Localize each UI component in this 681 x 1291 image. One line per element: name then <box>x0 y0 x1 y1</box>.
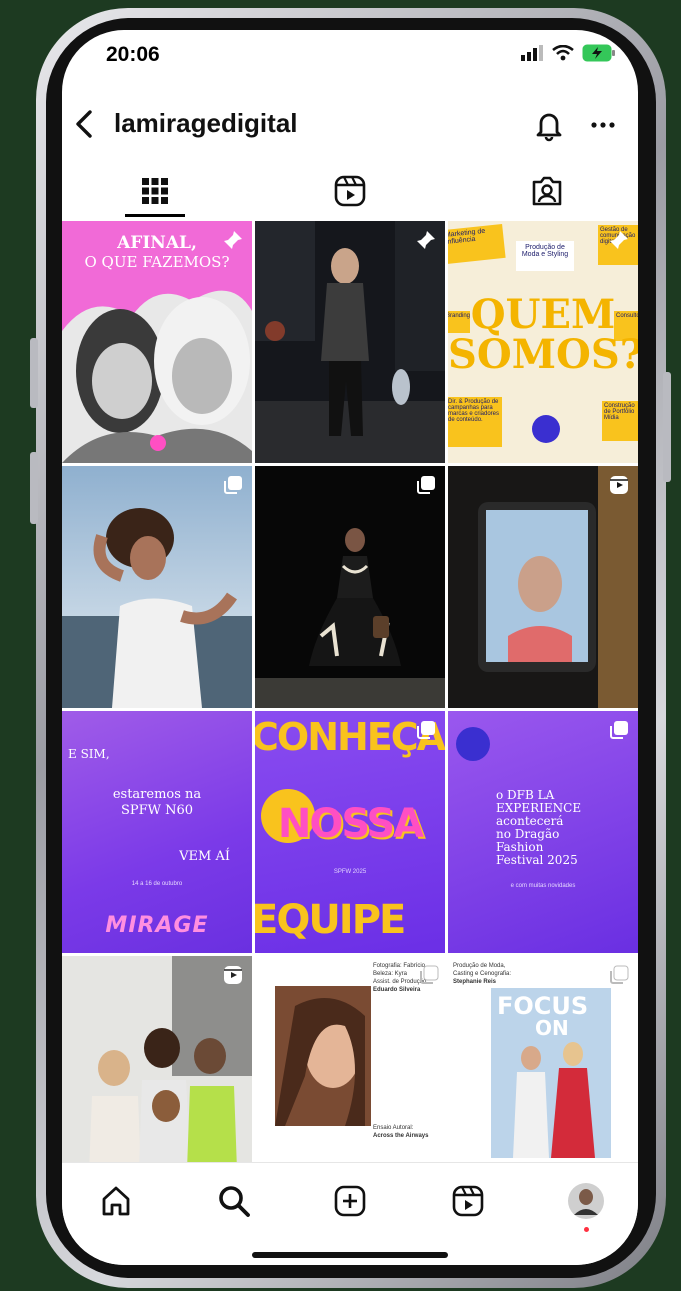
post-small-text: 14 a 16 de outubro <box>131 881 183 887</box>
profile-tabs <box>62 163 638 219</box>
nav-home[interactable] <box>96 1181 136 1221</box>
volume-down-button <box>30 452 38 524</box>
profile-username: lamiragedigital <box>114 108 298 138</box>
back-icon[interactable] <box>70 106 100 142</box>
pin-icon <box>610 231 628 249</box>
reel-icon <box>610 476 628 494</box>
post-tile[interactable]: CONHEÇA NOSSA SPFW 2025 EQUIPE <box>255 711 445 953</box>
post-text: SPFW N60 <box>120 803 194 818</box>
pin-icon <box>417 231 435 249</box>
home-indicator <box>252 1252 448 1258</box>
credit-line: Eduardo Silveira <box>373 987 421 993</box>
nav-reels[interactable] <box>448 1181 488 1221</box>
more-options-icon[interactable] <box>586 108 620 142</box>
tab-reels[interactable] <box>290 163 410 219</box>
pin-icon <box>224 231 242 249</box>
app-screen: 20:06 lamiragedigital AFINAL, O QUE FAZE… <box>62 30 638 1265</box>
search-icon <box>219 1186 250 1217</box>
post-photo <box>275 986 371 1126</box>
cover-image <box>513 1042 595 1158</box>
post-image <box>62 466 252 708</box>
tab-tagged[interactable] <box>487 163 607 219</box>
brand-logo: MIRAGE <box>105 913 209 938</box>
tab-grid[interactable] <box>95 163 215 219</box>
sticky-note: Marketing de Influência <box>448 223 506 265</box>
post-text: estaremos na <box>112 787 202 802</box>
nav-profile[interactable] <box>566 1181 606 1232</box>
carousel-icon <box>420 965 439 984</box>
post-tile[interactable] <box>255 466 445 708</box>
status-bar: 20:06 <box>62 30 638 90</box>
photo-caption: Ensaio Autoral: Across the Airways <box>373 1124 428 1140</box>
power-button <box>663 372 671 482</box>
caption-line: Ensaio Autoral: <box>373 1125 414 1131</box>
post-image <box>448 466 638 708</box>
photo-credits: Produção de Moda, Casting e Cenografia: … <box>453 962 511 986</box>
reels-icon <box>452 1185 484 1217</box>
bottom-nav-bar <box>62 1162 638 1265</box>
sticky-note: Dir. & Produção de campanhas para marcas… <box>448 397 502 447</box>
avatar-icon <box>568 1183 604 1219</box>
carousel-icon <box>417 721 435 739</box>
post-subheadline: SOMOS? <box>448 331 638 378</box>
post-small-text: e com muitas novidades <box>510 883 576 889</box>
brand-logo <box>532 415 560 443</box>
post-tile[interactable]: Marketing de Influência Produção de Moda… <box>448 221 638 463</box>
post-image <box>255 221 445 463</box>
wifi-icon <box>552 45 574 61</box>
post-tile[interactable]: o DFB LA EXPERIENCE acontecerá no Dragão… <box>448 711 638 953</box>
notification-dot <box>584 1227 589 1232</box>
active-tab-indicator <box>125 214 185 217</box>
post-tile[interactable]: AFINAL, O QUE FAZEMOS? <box>62 221 252 463</box>
post-image <box>255 466 445 708</box>
volume-up-button <box>30 338 38 408</box>
bell-icon[interactable] <box>532 108 566 142</box>
carousel-icon <box>417 476 435 494</box>
post-subheadline: O QUE FAZEMOS? <box>84 253 230 271</box>
post-tile[interactable] <box>62 466 252 708</box>
reel-icon <box>224 966 242 984</box>
nav-create[interactable] <box>330 1181 370 1221</box>
home-icon <box>102 1186 130 1216</box>
post-tile[interactable] <box>255 221 445 463</box>
post-headline: EQUIPE <box>255 897 406 943</box>
post-text: E SIM, <box>68 747 110 761</box>
sticky-note: Produção de Moda e Styling <box>516 241 574 271</box>
status-time: 20:06 <box>106 43 160 66</box>
portrait-image <box>275 986 371 1126</box>
credit-line: Stephanie Reis <box>453 979 497 985</box>
post-text: o DFB LA EXPERIENCE acontecerá no Dragão… <box>496 789 581 867</box>
post-text-line: Festival 2025 <box>496 853 578 867</box>
profile-header: lamiragedigital <box>62 100 638 150</box>
tagged-icon <box>532 176 562 206</box>
post-headline: NOSSA <box>277 801 424 847</box>
post-tile[interactable] <box>448 466 638 708</box>
credit-line: Casting e Cenografia: <box>453 971 512 977</box>
plus-square-icon <box>334 1185 366 1217</box>
credit-line: Produção de Moda, <box>453 963 506 969</box>
signal-icon <box>521 45 543 61</box>
grid-icon <box>142 178 168 204</box>
reels-icon <box>334 175 366 207</box>
sticky-note: Construção de Portfólio Mídia <box>602 401 638 441</box>
carousel-icon <box>224 476 242 494</box>
magazine-cover: FOCUS ON <box>491 988 611 1158</box>
carousel-icon <box>610 721 628 739</box>
post-small-text: SPFW 2025 <box>333 869 367 875</box>
post-text: VEM AÍ <box>179 849 230 864</box>
caption-line: Across the Airways <box>373 1133 429 1139</box>
carousel-icon <box>610 965 629 984</box>
status-icons <box>520 44 616 62</box>
post-tile[interactable]: E SIM, estaremos na SPFW N60 VEM AÍ 14 a… <box>62 711 252 953</box>
brand-logo <box>456 727 490 761</box>
post-headline: QUEM <box>470 291 616 338</box>
battery-charging-icon <box>582 44 615 62</box>
nav-search[interactable] <box>214 1181 254 1221</box>
